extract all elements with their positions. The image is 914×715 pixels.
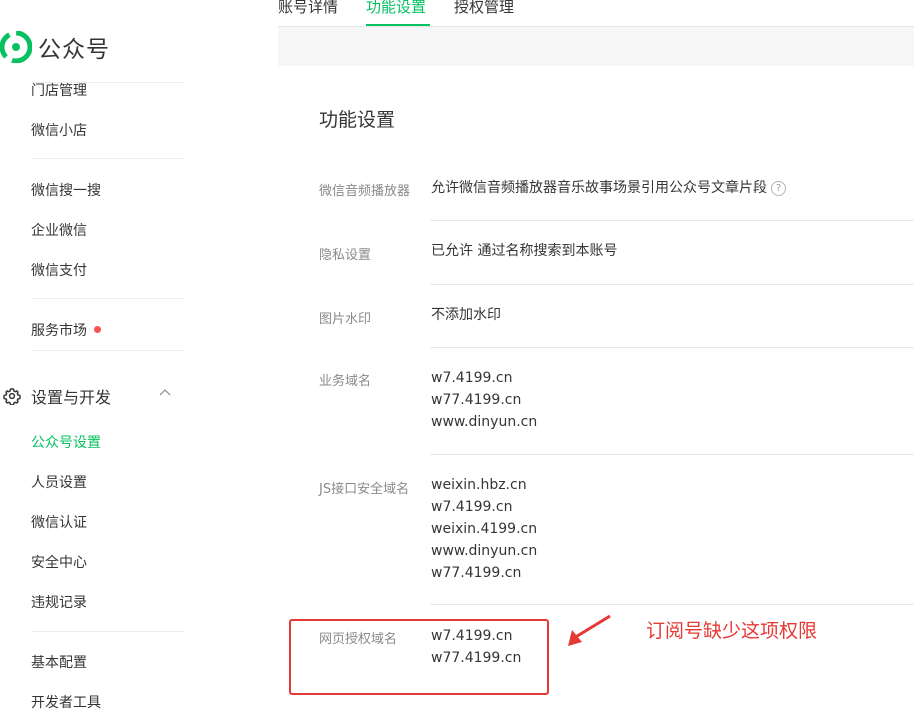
domain-item: www.dinyun.cn [431,543,538,559]
tab-authorization-management[interactable]: 授权管理 [454,0,514,17]
row-values-js-safe-domain: weixin.hbz.cn w7.4199.cn weixin.4199.cn … [431,474,537,584]
row-divider [430,220,914,221]
sidebar-item-wechat-shop[interactable]: 微信小店 [31,120,87,140]
sidebar-item-wecom[interactable]: 企业微信 [31,220,87,240]
sidebar-section-title: 设置与开发 [31,388,112,407]
annotation-highlight-box [289,619,549,695]
sidebar-item-developer-tools[interactable]: 开发者工具 [31,692,101,712]
sidebar-item-staff-settings[interactable]: 人员设置 [31,472,87,492]
row-divider [430,454,914,455]
row-divider [430,604,914,605]
wechat-official-account-logo-icon [0,31,32,63]
row-label-js-safe-domain: JS接口安全域名 [319,482,410,497]
domain-item: w7.4199.cn [431,370,513,386]
tab-bar: 账号详情 功能设置 授权管理 [278,0,914,27]
sidebar-item-wechat-search[interactable]: 微信搜一搜 [31,180,101,200]
row-divider [430,284,914,285]
row-values-business-domain: w7.4199.cn w77.4199.cn www.dinyun.cn [431,367,537,433]
sidebar-item-service-market[interactable]: 服务市场 [31,320,101,340]
row-value-watermark: 不添加水印 [431,307,501,323]
domain-item: weixin.4199.cn [431,521,538,537]
help-icon[interactable]: ? [771,181,786,196]
tab-account-details[interactable]: 账号详情 [278,0,338,17]
domain-item: w77.4199.cn [431,565,522,581]
sidebar-item-security-center[interactable]: 安全中心 [31,552,87,572]
notification-dot [94,326,101,333]
brand-logo[interactable]: 公众号 [0,30,110,64]
active-tab-indicator [366,24,430,26]
domain-item: w77.4199.cn [431,392,522,408]
sidebar-section-settings-dev[interactable]: 设置与开发 [3,384,173,408]
row-value-audio-player: 允许微信音频播放器音乐故事场景引用公众号文章片段? [431,177,786,199]
sidebar-item-account-settings[interactable]: 公众号设置 [31,432,101,452]
sidebar-divider [31,350,185,351]
row-label-watermark: 图片水印 [319,312,372,327]
brand-name: 公众号 [38,37,110,63]
row-value-text: 允许微信音频播放器音乐故事场景引用公众号文章片段 [431,180,767,196]
page-title: 功能设置 [319,109,396,131]
sidebar-item-store-management[interactable]: 门店管理 [31,80,87,100]
chevron-up-icon[interactable] [159,388,171,396]
sidebar-item-wechat-verification[interactable]: 微信认证 [31,512,87,532]
row-value-privacy: 已允许 通过名称搜索到本账号 [431,243,618,259]
row-label-audio-player: 微信音频播放器 [319,184,411,199]
row-divider [430,347,914,348]
sidebar-item-label: 服务市场 [31,323,87,339]
domain-item: w7.4199.cn [431,499,513,515]
sidebar-item-violation-records[interactable]: 违规记录 [31,592,87,612]
row-label-privacy: 隐私设置 [319,248,372,263]
annotation-arrow-icon [568,614,611,646]
sidebar-divider [31,298,185,299]
row-label-business-domain: 业务域名 [319,374,372,389]
domain-item: weixin.hbz.cn [431,477,527,493]
tab-feature-settings[interactable]: 功能设置 [366,0,426,17]
sidebar-item-basic-config[interactable]: 基本配置 [31,652,87,672]
annotation-text: 订阅号缺少这项权限 [646,620,818,642]
sidebar-divider [31,631,185,632]
sidebar: 公众号 门店管理 微信小店 微信搜一搜 企业微信 微信支付 服务市场 设置与开发… [0,0,278,715]
sidebar-item-wechat-pay[interactable]: 微信支付 [31,260,87,280]
sidebar-divider [31,158,185,159]
gear-icon [3,388,21,405]
domain-item: www.dinyun.cn [431,414,538,430]
